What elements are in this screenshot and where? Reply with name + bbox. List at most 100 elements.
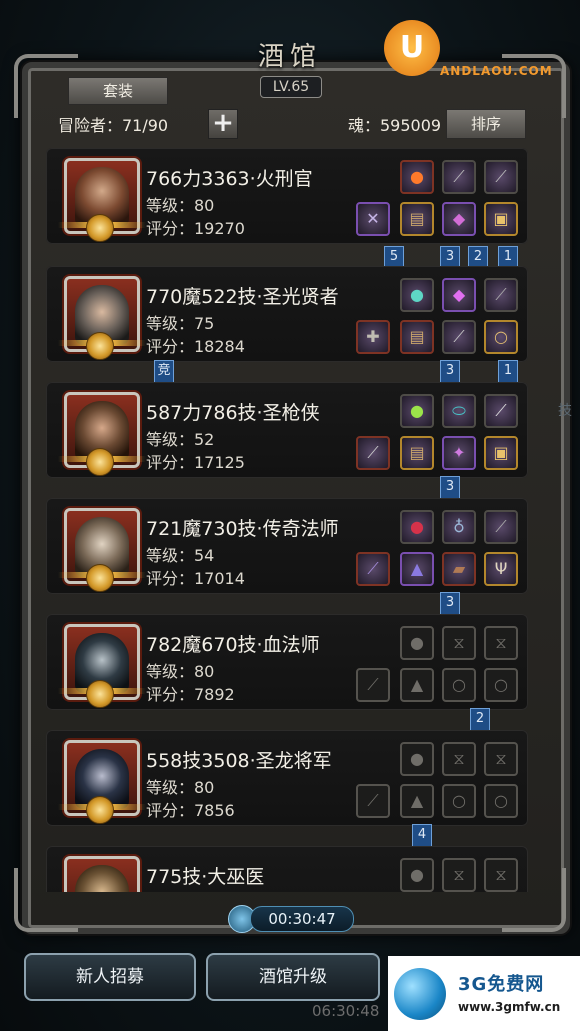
slot-glyph: ⟋ bbox=[367, 675, 379, 694]
wing-ornament bbox=[112, 456, 146, 462]
tome-icon[interactable]: ▰ bbox=[442, 552, 476, 586]
empty-ring-slot-icon[interactable]: ○ bbox=[484, 668, 518, 702]
robe-glyph: ▲ bbox=[410, 559, 424, 578]
jade-ring-icon[interactable]: ⬭ bbox=[442, 394, 476, 428]
soul-currency: 魂：595009 bbox=[348, 116, 442, 135]
sort-button[interactable]: 排序 bbox=[446, 109, 526, 139]
slot-glyph: ○ bbox=[494, 675, 508, 694]
green-amulet-icon[interactable]: ● bbox=[400, 394, 434, 428]
fire-amulet-icon[interactable]: ● bbox=[400, 160, 434, 194]
hammer-icon[interactable]: ✚ bbox=[356, 320, 390, 354]
gloves-icon[interactable]: ◆ bbox=[442, 202, 476, 236]
hero-level: 等级：80 bbox=[146, 778, 215, 797]
ruby-glyph: ● bbox=[410, 517, 424, 536]
empty-armor-slot-icon[interactable]: ▲ bbox=[400, 668, 434, 702]
watermark-site: ANDLAOU.COM bbox=[440, 64, 553, 78]
hero-name: 766力3363·火刑官 bbox=[146, 168, 313, 190]
axe-glyph: ✕ bbox=[366, 209, 380, 228]
portrait-face bbox=[75, 865, 129, 892]
adventurer-count: 冒险者：71/90 bbox=[58, 116, 169, 135]
armor-icon[interactable]: ▤ bbox=[400, 320, 434, 354]
dagger-icon[interactable]: ⟋ bbox=[442, 320, 476, 354]
hammer-glyph: ✚ bbox=[366, 327, 380, 346]
axe-icon[interactable]: ✕ bbox=[356, 202, 390, 236]
empty-slot-icon[interactable]: ⧖ bbox=[442, 742, 476, 776]
hero-level: 等级：80 bbox=[146, 196, 215, 215]
slot-glyph: ⧖ bbox=[453, 633, 465, 652]
tome-glyph: ▰ bbox=[452, 559, 466, 578]
wing-ornament bbox=[112, 572, 146, 578]
slot-glyph: ⧖ bbox=[495, 633, 507, 652]
add-slot-button[interactable]: + bbox=[208, 109, 238, 139]
empty-weapon-slot-icon[interactable]: ⟋ bbox=[356, 668, 390, 702]
empty-slot-icon[interactable]: ⧖ bbox=[484, 858, 518, 892]
feather-glyph: ⟋ bbox=[453, 167, 465, 186]
scroll-glyph: ▣ bbox=[493, 443, 509, 462]
hero-card[interactable]: 587力786技·圣枪侠 等级：52 评分：17125 ● ⬭ ⟋ ⟋ ▤ ✦ … bbox=[46, 382, 528, 478]
hero-card[interactable]: 782魔670技·血法师 等级：80 评分：7892 ● ⧖ ⧖ ⟋ ▲ ○ ○ bbox=[46, 614, 528, 710]
hero-score: 评分：18284 bbox=[146, 337, 245, 356]
empty-slot-icon[interactable]: ⧖ bbox=[484, 626, 518, 660]
rank-badge-icon bbox=[86, 448, 114, 476]
set-button[interactable]: 套装 bbox=[68, 77, 168, 105]
slot-glyph: ● bbox=[410, 865, 424, 884]
ring-icon[interactable]: ○ bbox=[484, 320, 518, 354]
spear-icon[interactable]: ⟋ bbox=[356, 436, 390, 470]
slot-glyph: ○ bbox=[452, 791, 466, 810]
hero-card[interactable]: 775技·大巫医 ● ⧖ ⧖ bbox=[46, 846, 528, 892]
staff-icon[interactable]: ⟋ bbox=[484, 278, 518, 312]
hero-name: 721魔730技·传奇法师 bbox=[146, 518, 339, 540]
hero-name: 558技3508·圣龙将军 bbox=[146, 750, 332, 772]
empty-amulet-slot-icon[interactable]: ● bbox=[400, 858, 434, 892]
feather-icon[interactable]: ⟋ bbox=[442, 160, 476, 194]
scroll-icon[interactable]: ▣ bbox=[484, 202, 518, 236]
empty-amulet-slot-icon[interactable]: ● bbox=[400, 626, 434, 660]
ruby-amulet-icon[interactable]: ● bbox=[400, 510, 434, 544]
rank-badge-icon bbox=[86, 214, 114, 242]
staff-icon[interactable]: ⟋ bbox=[484, 510, 518, 544]
hero-card[interactable]: 558技3508·圣龙将军 等级：80 评分：7856 ● ⧖ ⧖ ⟋ ▲ ○ … bbox=[46, 730, 528, 826]
feather-icon[interactable]: ⟋ bbox=[484, 160, 518, 194]
armor-icon[interactable]: ▤ bbox=[400, 202, 434, 236]
necklace-icon[interactable]: ♁ bbox=[442, 510, 476, 544]
sword-glyph: ⟋ bbox=[495, 401, 507, 420]
empty-ring-slot-icon[interactable]: ○ bbox=[442, 668, 476, 702]
jade-amulet-icon[interactable]: ● bbox=[400, 278, 434, 312]
wand-icon[interactable]: ⟋ bbox=[356, 552, 390, 586]
slot-glyph: ▲ bbox=[410, 675, 424, 694]
empty-slot-icon[interactable]: ⧖ bbox=[484, 742, 518, 776]
empty-ring-slot-icon[interactable]: ○ bbox=[484, 784, 518, 818]
ring-glyph: ○ bbox=[494, 327, 508, 346]
gem-icon[interactable]: ◆ bbox=[442, 278, 476, 312]
hero-name: 775技·大巫医 bbox=[146, 866, 265, 888]
empty-slot-icon[interactable]: ⧖ bbox=[442, 626, 476, 660]
armor-icon[interactable]: ▤ bbox=[400, 436, 434, 470]
empty-slot-icon[interactable]: ⧖ bbox=[442, 858, 476, 892]
hero-card[interactable]: 770魔522技·圣光贤者 等级：75 评分：18284 ● ◆ ⟋ ✚ ▤ ⟋… bbox=[46, 266, 528, 362]
rank-badge-icon bbox=[86, 564, 114, 592]
hero-card[interactable]: 766力3363·火刑官 等级：80 评分：19270 ● ⟋ ⟋ ✕ ▤ ◆ … bbox=[46, 148, 528, 244]
spirit-icon[interactable]: ✦ bbox=[442, 436, 476, 470]
hero-level: 等级：52 bbox=[146, 430, 215, 449]
staff-glyph: ⟋ bbox=[495, 517, 507, 536]
rank-badge-icon bbox=[86, 680, 114, 708]
robe-icon[interactable]: ▲ bbox=[400, 552, 434, 586]
hero-card[interactable]: 721魔730技·传奇法师 等级：54 评分：17014 ● ♁ ⟋ ⟋ ▲ ▰… bbox=[46, 498, 528, 594]
hero-list[interactable]: 766力3363·火刑官 等级：80 评分：19270 ● ⟋ ⟋ ✕ ▤ ◆ … bbox=[46, 148, 538, 892]
empty-amulet-slot-icon[interactable]: ● bbox=[400, 742, 434, 776]
empty-weapon-slot-icon[interactable]: ⟋ bbox=[356, 784, 390, 818]
hero-score: 评分：7856 bbox=[146, 801, 235, 820]
empty-armor-slot-icon[interactable]: ▲ bbox=[400, 784, 434, 818]
claw-icon[interactable]: Ψ bbox=[484, 552, 518, 586]
hero-score: 评分：19270 bbox=[146, 219, 245, 238]
sword-icon[interactable]: ⟋ bbox=[484, 394, 518, 428]
tavern-upgrade-button[interactable]: 酒馆升级 bbox=[206, 953, 380, 1001]
scroll-icon[interactable]: ▣ bbox=[484, 436, 518, 470]
globe-icon bbox=[394, 968, 446, 1020]
necklace-glyph: ♁ bbox=[453, 517, 465, 536]
recruit-button[interactable]: 新人招募 bbox=[24, 953, 196, 1001]
claw-glyph: Ψ bbox=[494, 559, 508, 578]
armor-glyph: ▤ bbox=[409, 327, 425, 346]
empty-ring-slot-icon[interactable]: ○ bbox=[442, 784, 476, 818]
hero-portrait[interactable] bbox=[64, 856, 140, 892]
